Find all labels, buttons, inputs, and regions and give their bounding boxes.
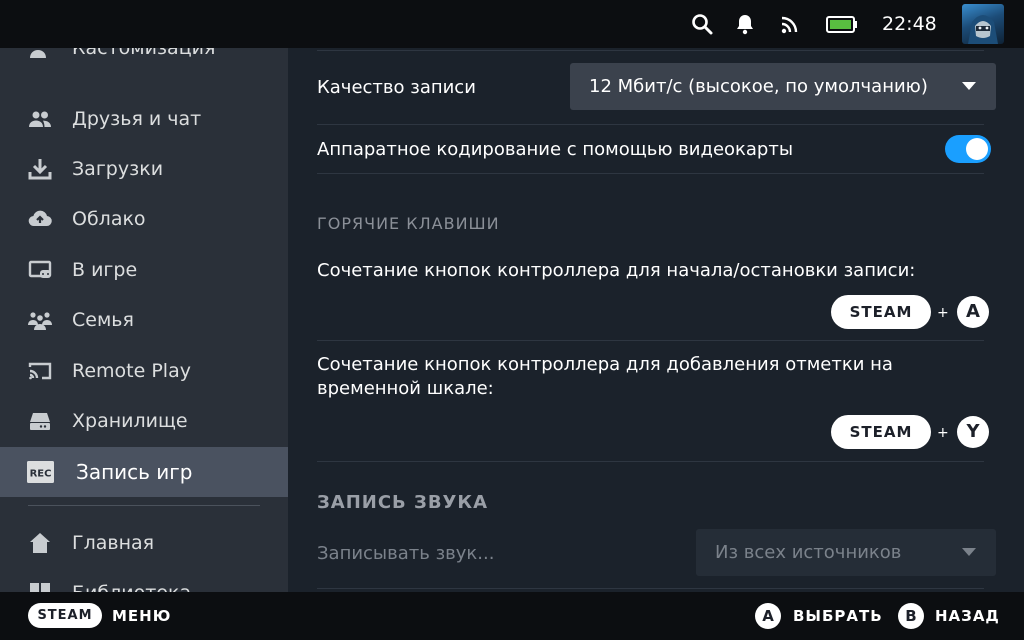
recording-quality-label: Качество записи: [317, 77, 476, 98]
record-audio-label: Записывать звук...: [317, 543, 495, 564]
divider: [317, 588, 984, 589]
steam-button-glyph: STEAM: [831, 295, 931, 329]
sidebar-item-label: В игре: [72, 259, 138, 281]
recording-quality-dropdown[interactable]: 12 Мбит/с (высокое, по умолчанию): [570, 63, 996, 110]
marker-hotkey-label-continued: временной шкале:: [317, 378, 494, 399]
toggle-knob: [966, 138, 988, 160]
steam-menu-button[interactable]: STEAM: [28, 603, 102, 628]
sidebar-divider: [28, 505, 260, 506]
select-label: ВЫБРАТЬ: [793, 607, 883, 625]
start-stop-hotkey-label: Сочетание кнопок контроллера для начала/…: [317, 260, 916, 281]
plus-sign: +: [937, 425, 949, 441]
hotkeys-heading: ГОРЯЧИЕ КЛАВИШИ: [317, 214, 500, 233]
sidebar-item-label: Запись игр: [76, 460, 193, 484]
cloud-icon: [28, 207, 52, 231]
in-game-icon: [28, 258, 52, 282]
sidebar-item-downloads[interactable]: Загрузки: [0, 144, 288, 194]
divider: [317, 124, 984, 125]
steam-button-glyph: STEAM: [831, 415, 931, 449]
divider: [317, 340, 984, 341]
home-icon: [28, 531, 52, 555]
sidebar-item-library[interactable]: Библиотека: [0, 568, 288, 592]
hardware-encoding-toggle[interactable]: [945, 135, 991, 163]
sidebar-item-label: Облако: [72, 208, 146, 230]
storage-icon: [28, 409, 52, 433]
svg-text:REC: REC: [30, 469, 52, 480]
back-label: НАЗАД: [935, 607, 1000, 625]
b-button-glyph[interactable]: B: [898, 603, 924, 629]
bell-icon[interactable]: [733, 12, 757, 36]
divider: [317, 461, 984, 462]
menu-label: МЕНЮ: [112, 607, 172, 625]
bottom-bar: STEAM МЕНЮ A ВЫБРАТЬ B НАЗАД: [0, 592, 1024, 640]
sidebar-item-label: Библиотека: [72, 568, 191, 592]
sidebar-item-game-recording[interactable]: REC Запись игр: [0, 447, 288, 497]
library-icon: [28, 581, 52, 592]
status-bar: 22:48: [0, 0, 1024, 48]
search-icon[interactable]: [690, 12, 714, 36]
sidebar-item-storage[interactable]: Хранилище: [0, 396, 288, 446]
download-icon: [28, 157, 52, 181]
family-icon: [28, 308, 52, 332]
sidebar-item-label: Remote Play: [72, 360, 191, 382]
y-button-glyph: Y: [957, 416, 989, 448]
recording-quality-value: 12 Мбит/с (высокое, по умолчанию): [589, 76, 928, 97]
divider: [317, 173, 984, 174]
sidebar-item-customization[interactable]: Кастомизация: [0, 48, 288, 73]
sidebar: Кастомизация Друзья и чат Загрузки Облак…: [0, 48, 288, 592]
settings-panel: Качество записи 12 Мбит/с (высокое, по у…: [288, 48, 1024, 592]
a-button-glyph: A: [957, 296, 989, 328]
clock: 22:48: [882, 13, 937, 35]
wifi-icon[interactable]: [778, 12, 802, 36]
record-audio-dropdown[interactable]: Из всех источников: [696, 529, 996, 576]
divider: [317, 50, 984, 51]
record-audio-value: Из всех источников: [715, 542, 902, 563]
cast-icon: [28, 359, 52, 383]
sidebar-item-family[interactable]: Семья: [0, 295, 288, 345]
sidebar-item-home[interactable]: Главная: [0, 518, 288, 568]
hardware-encoding-label: Аппаратное кодирование с помощью видеока…: [317, 139, 794, 160]
sidebar-item-in-game[interactable]: В игре: [0, 245, 288, 295]
sidebar-item-remote-play[interactable]: Remote Play: [0, 346, 288, 396]
battery-icon[interactable]: [826, 12, 858, 36]
chevron-down-icon: [962, 82, 976, 90]
plus-sign: +: [937, 305, 949, 321]
sidebar-item-friends[interactable]: Друзья и чат: [0, 94, 288, 144]
start-stop-hotkey-combo[interactable]: STEAM + A: [831, 295, 991, 329]
marker-hotkey-label: Сочетание кнопок контроллера для добавле…: [317, 354, 893, 375]
sidebar-item-label: Главная: [72, 532, 155, 554]
sidebar-item-label: Загрузки: [72, 158, 164, 180]
person-sparkle-icon: [28, 48, 52, 60]
sidebar-item-label: Хранилище: [72, 410, 188, 432]
sidebar-item-cloud[interactable]: Облако: [0, 194, 288, 244]
sidebar-item-label: Семья: [72, 309, 134, 331]
chevron-down-icon: [962, 548, 976, 556]
rec-icon: REC: [27, 461, 54, 483]
friends-icon: [28, 107, 52, 131]
marker-hotkey-combo[interactable]: STEAM + Y: [831, 415, 991, 449]
audio-recording-heading: ЗАПИСЬ ЗВУКА: [317, 492, 489, 513]
avatar[interactable]: [962, 4, 1004, 44]
sidebar-item-label: Друзья и чат: [72, 108, 202, 130]
sidebar-item-label: Кастомизация: [72, 48, 216, 59]
a-button-glyph[interactable]: A: [755, 603, 781, 629]
